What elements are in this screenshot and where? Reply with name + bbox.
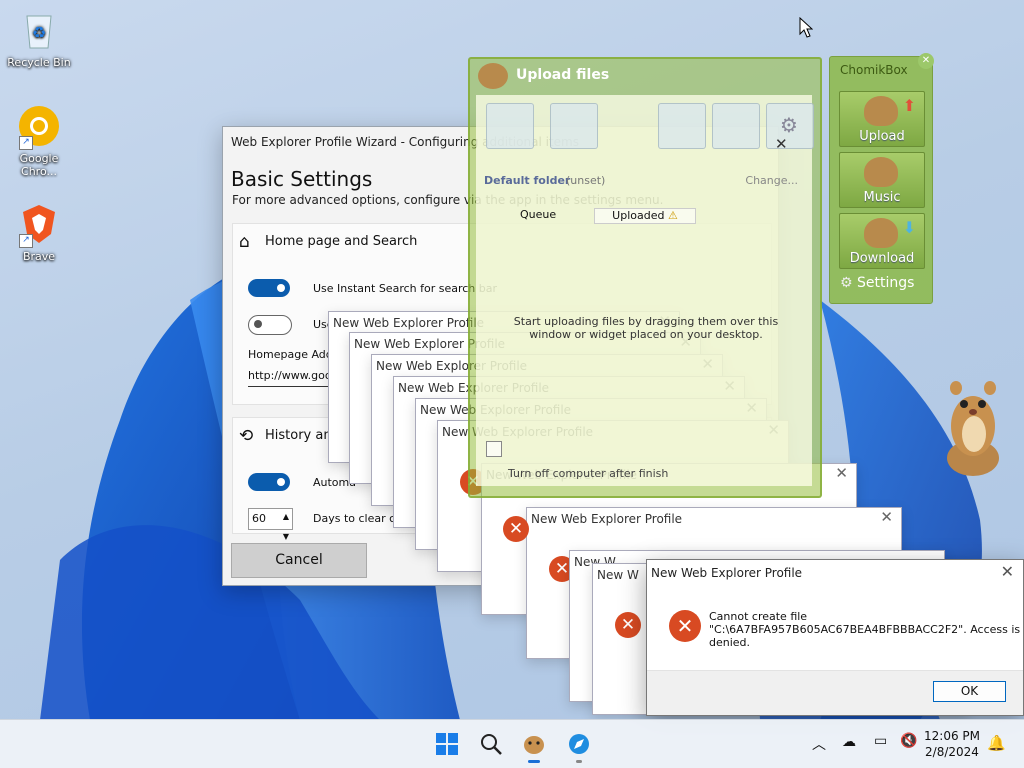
spinner-arrows-icon: ▲ ▼ (282, 512, 289, 541)
default-folder-value: (unset) (566, 174, 606, 187)
chevron-up-icon[interactable]: ︿ (812, 734, 826, 754)
error-icon: ✕ (615, 612, 641, 638)
error-message: Cannot create file "C:\6A7BFA957B605AC67… (709, 610, 1021, 649)
cancel-button[interactable]: Cancel (231, 543, 367, 578)
network-icon[interactable]: ▭ (874, 733, 887, 749)
days-spinner[interactable]: 60 ▲ ▼ (248, 508, 293, 541)
warning-icon: ⚠ (667, 209, 678, 222)
clock[interactable]: 12:06 PM 2/8/2024 (924, 728, 980, 760)
add-folder-button[interactable] (550, 103, 598, 149)
auto-toggle[interactable] (248, 473, 290, 491)
browser-taskbar-icon[interactable] (567, 732, 591, 763)
close-icon[interactable]: ✕ (835, 464, 848, 482)
tab-uploaded[interactable]: Uploaded ⚠ (594, 208, 696, 224)
add-files-button[interactable] (486, 103, 534, 149)
settings-item[interactable]: ⚙ Settings (840, 275, 914, 291)
gear-icon: ⚙ (840, 275, 853, 291)
chomikbox-taskbar-icon[interactable] (522, 732, 546, 763)
chomikbox-widget: ChomikBox ✕ ⬆ Upload Music ⬇ Download ⚙ Se… (829, 53, 934, 304)
close-icon[interactable]: ✕ (880, 508, 893, 526)
taskbar: ︿ ☁ ▭ 🔇 12:06 PM 2/8/2024 🔔 (0, 719, 1024, 768)
arrow-up-icon: ⬆ (902, 96, 916, 115)
hamster-icon (478, 63, 508, 89)
volume-muted-icon[interactable]: 🔇 (900, 733, 917, 749)
turn-off-checkbox[interactable] (486, 441, 502, 457)
start-windows-icon[interactable] (435, 732, 459, 756)
history-icon: ⟲ (239, 426, 254, 446)
remote-folder-button[interactable] (658, 103, 706, 149)
hamster-music-icon (864, 157, 898, 187)
hamster-download-icon (864, 218, 898, 248)
ok-button[interactable]: OK (933, 681, 1006, 702)
desktop-icon-chrome[interactable]: ↗ Google Chro... (3, 104, 75, 178)
error-icon: ✕ (503, 516, 529, 542)
default-folder-label: Default folder (484, 174, 571, 187)
brave-icon: ↗ (17, 202, 61, 248)
drop-hint: Start uploading files by dragging them o… (513, 315, 779, 341)
upload-files-window: Upload files ⚙ Default folder (unset) Ch… (468, 57, 822, 498)
upload-button[interactable]: ⬆ Upload (839, 91, 925, 147)
tab-queue[interactable]: Queue (520, 208, 556, 221)
desktop-icon-brave[interactable]: ↗ Brave (3, 202, 75, 263)
error-icon: ✕ (669, 610, 701, 642)
recycle-bin-icon: ♻ (17, 8, 61, 52)
chrome-icon: ↗ (17, 104, 61, 150)
arrow-down-icon: ⬇ (902, 218, 916, 237)
hamster-upload-icon (864, 96, 898, 126)
download-button[interactable]: ⬇ Download (839, 213, 925, 269)
turn-off-label: Turn off computer after finish (508, 467, 669, 480)
settings-gear-button[interactable]: ⚙ (766, 103, 814, 149)
hamster-mascot[interactable] (938, 378, 1008, 481)
music-button[interactable]: Music (839, 152, 925, 208)
second-toggle[interactable] (248, 315, 292, 335)
homepage-input[interactable]: http://www.goo (248, 366, 328, 387)
change-link[interactable]: Change... (745, 174, 798, 187)
svg-text:♻: ♻ (32, 23, 46, 42)
gear-icon: ⚙ (780, 113, 798, 137)
cloud-offline-icon[interactable]: ☁ (842, 734, 856, 750)
error-dialog-title: New Web Explorer Profile (651, 566, 803, 580)
desktop-icon-recycle-bin[interactable]: ♻ Recycle Bin (3, 8, 75, 69)
mouse-cursor-icon (799, 16, 814, 42)
close-icon[interactable]: ✕ (918, 53, 934, 69)
clipboard-button[interactable] (712, 103, 760, 149)
instant-search-toggle[interactable] (248, 279, 290, 297)
notification-bell-icon[interactable]: 🔔 (987, 734, 1006, 752)
close-icon[interactable]: ✕ (775, 135, 788, 153)
close-icon[interactable]: ✕ (1001, 562, 1014, 581)
search-icon[interactable] (479, 732, 503, 756)
home-icon: ⌂ (239, 232, 250, 252)
error-dialog: New Web Explorer Profile ✕ ✕ Cannot crea… (646, 559, 1024, 716)
upload-title: Upload files (516, 67, 610, 83)
chomikbox-title: ChomikBox (840, 63, 908, 77)
